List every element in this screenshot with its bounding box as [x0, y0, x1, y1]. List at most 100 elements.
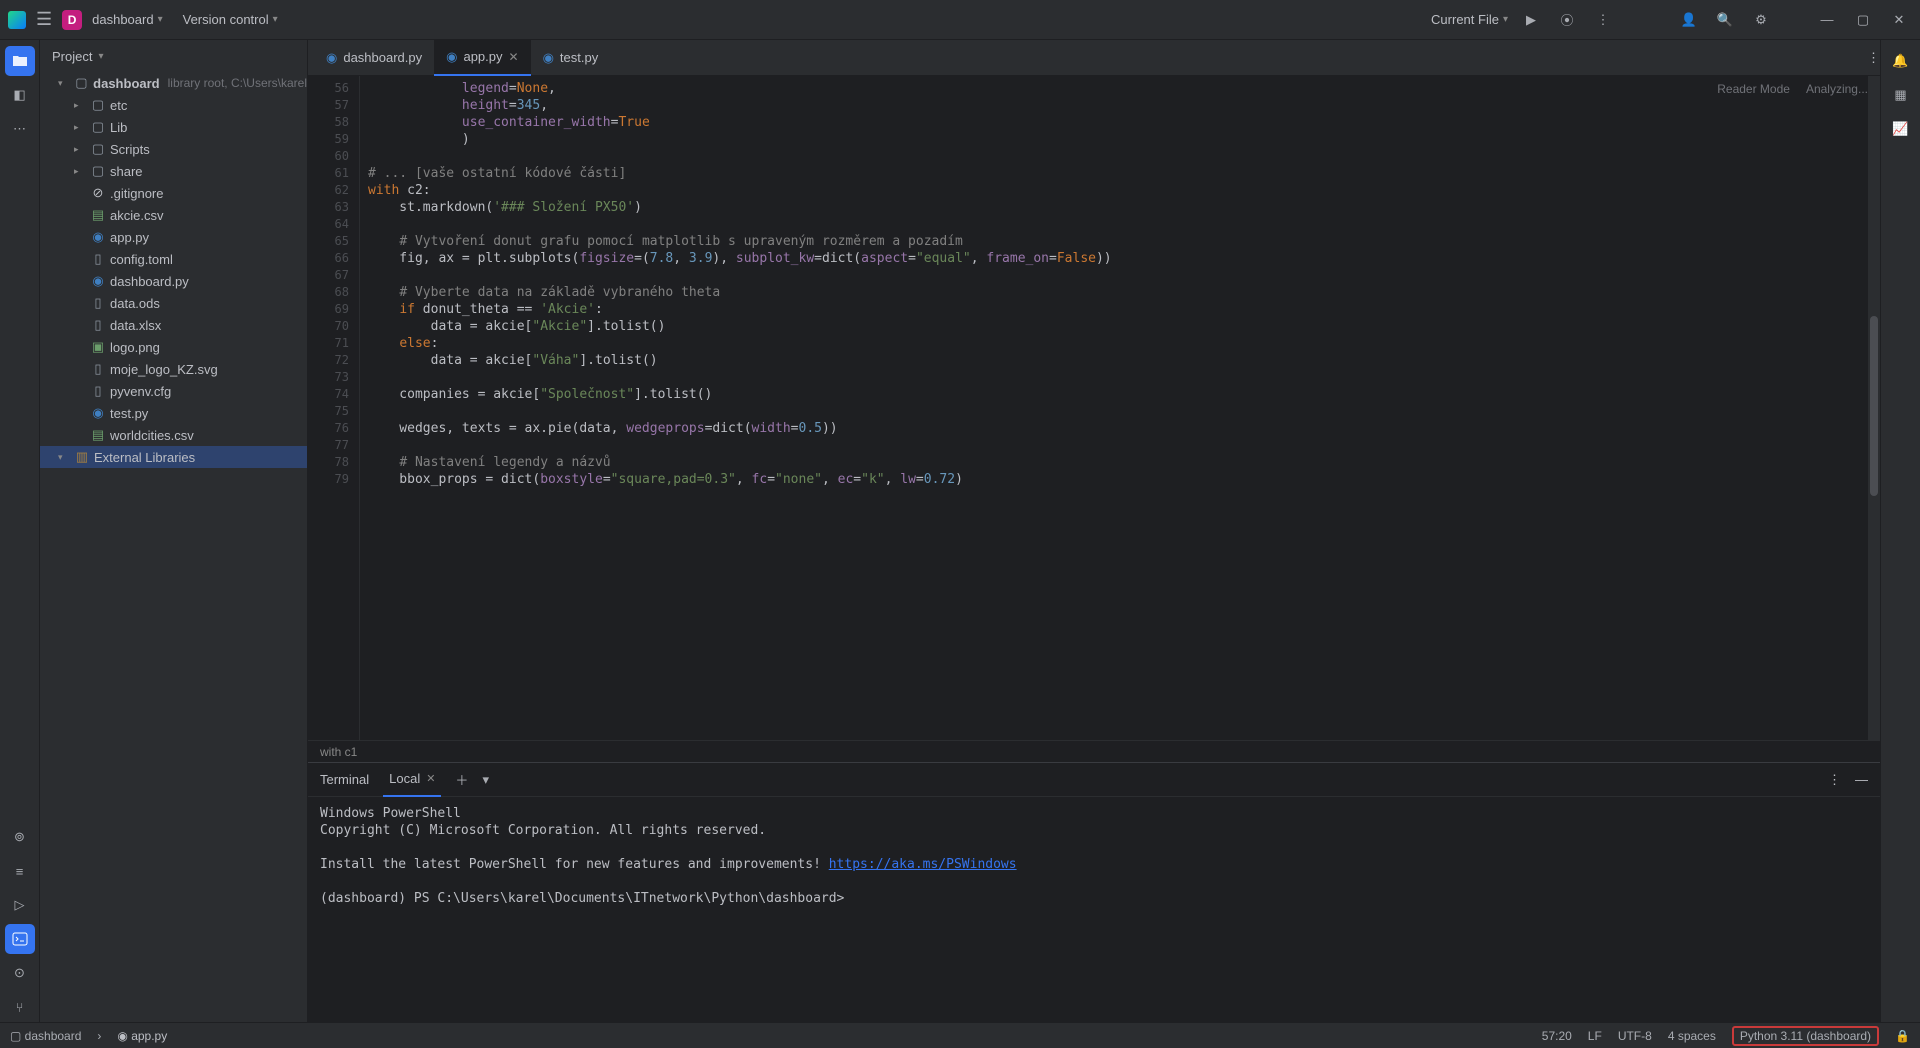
close-tab-icon[interactable]: ✕	[509, 50, 519, 64]
indent-setting[interactable]: 4 spaces	[1668, 1029, 1716, 1043]
editor-scrollbar[interactable]	[1868, 76, 1880, 740]
python-icon: ◉	[90, 273, 106, 289]
services-tool-button[interactable]: ▷	[5, 890, 35, 920]
project-dropdown[interactable]: dashboard ▾	[92, 12, 162, 27]
expand-arrow-icon[interactable]: ▸	[74, 144, 86, 155]
line-gutter: 5657585960616263646566676869707172737475…	[308, 76, 360, 740]
tree-file[interactable]: ◉test.py	[40, 402, 307, 424]
right-tool-rail: 🔔 ▦ 📈	[1880, 40, 1920, 1022]
editor-tab[interactable]: ◉app.py✕	[434, 40, 530, 76]
terminal-tab[interactable]: Local ✕	[383, 763, 441, 797]
editor-status-overlay: Reader Mode Analyzing...	[1717, 82, 1868, 96]
project-name: dashboard	[92, 12, 153, 27]
database-tool-button[interactable]: ▦	[1886, 80, 1916, 110]
tree-file[interactable]: ◉app.py	[40, 226, 307, 248]
vcs-tool-button[interactable]: ⑂	[5, 992, 35, 1022]
run-config-dropdown[interactable]: Current File ▾	[1431, 12, 1508, 27]
main-menu-icon[interactable]: ☰	[36, 9, 52, 30]
notifications-icon[interactable]: 🔔	[1886, 46, 1916, 76]
tree-folder[interactable]: ▸▢etc	[40, 94, 307, 116]
tree-file[interactable]: ▯pyvenv.cfg	[40, 380, 307, 402]
close-tab-icon[interactable]: ✕	[426, 772, 435, 785]
expand-arrow-icon[interactable]: ▾	[58, 452, 70, 463]
project-panel-header[interactable]: Project ▾	[40, 40, 307, 72]
panel-title: Project	[52, 49, 92, 64]
settings-icon[interactable]: ⚙	[1748, 7, 1774, 33]
chevron-down-icon: ▾	[1503, 14, 1508, 25]
more-run-icon[interactable]: ⋮	[1590, 7, 1616, 33]
gitignore-icon: ⊘	[90, 185, 106, 201]
new-terminal-icon[interactable]: ＋	[455, 770, 468, 789]
tree-root[interactable]: ▾ ▢ dashboard library root, C:\Users\kar…	[40, 72, 307, 94]
project-tool-button[interactable]	[5, 46, 35, 76]
reader-mode-badge[interactable]: Reader Mode	[1717, 82, 1790, 96]
python-icon: ◉	[446, 49, 457, 65]
expand-arrow-icon[interactable]: ▾	[58, 78, 70, 89]
file-icon: ▯	[90, 383, 106, 399]
tree-folder[interactable]: ▸▢share	[40, 160, 307, 182]
file-encoding[interactable]: UTF-8	[1618, 1029, 1652, 1043]
terminal-tool-button[interactable]	[5, 924, 35, 954]
tree-file[interactable]: ▯config.toml	[40, 248, 307, 270]
analyzing-badge: Analyzing...	[1806, 82, 1868, 96]
code-with-me-icon[interactable]: 👤	[1676, 7, 1702, 33]
editor-body[interactable]: 5657585960616263646566676869707172737475…	[308, 76, 1880, 740]
titlebar: ☰ D dashboard ▾ Version control ▾ Curren…	[0, 0, 1920, 40]
more-tools-icon[interactable]: ⋯	[5, 114, 35, 144]
project-panel: Project ▾ ▾ ▢ dashboard library root, C:…	[40, 40, 308, 1022]
file-icon: ▯	[90, 317, 106, 333]
tree-file[interactable]: ▤worldcities.csv	[40, 424, 307, 446]
code-content[interactable]: legend=None, height=345, use_container_w…	[360, 76, 1880, 740]
run-config-label: Current File	[1431, 12, 1499, 27]
vcs-dropdown[interactable]: Version control ▾	[183, 12, 278, 27]
problems-tool-button[interactable]: ⊙	[5, 958, 35, 988]
packages-tool-button[interactable]: ≡	[5, 856, 35, 886]
lock-icon[interactable]: 🔒	[1895, 1029, 1910, 1043]
tree-file[interactable]: ▤akcie.csv	[40, 204, 307, 226]
vcs-label: Version control	[183, 12, 269, 27]
folder-icon: ▢	[90, 141, 106, 157]
tree-folder[interactable]: ▸▢Scripts	[40, 138, 307, 160]
cursor-position[interactable]: 57:20	[1542, 1029, 1572, 1043]
sciview-tool-button[interactable]: 📈	[1886, 114, 1916, 144]
close-window-icon[interactable]: ✕	[1886, 7, 1912, 33]
minimize-panel-icon[interactable]: —	[1855, 772, 1868, 787]
project-badge[interactable]: D	[62, 10, 82, 30]
breadcrumb-file[interactable]: ◉ app.py	[117, 1029, 167, 1043]
expand-arrow-icon[interactable]: ▸	[74, 122, 86, 133]
tree-file[interactable]: ▣logo.png	[40, 336, 307, 358]
line-separator[interactable]: LF	[1588, 1029, 1602, 1043]
tree-file[interactable]: ▯data.ods	[40, 292, 307, 314]
library-icon: ▥	[74, 449, 90, 465]
editor-tab[interactable]: ◉test.py	[531, 40, 611, 76]
breadcrumb-project[interactable]: ▢ dashboard	[10, 1029, 81, 1043]
tree-file[interactable]: ▯data.xlsx	[40, 314, 307, 336]
structure-tool-button[interactable]: ◧	[5, 80, 35, 110]
expand-arrow-icon[interactable]: ▸	[74, 166, 86, 177]
ide-logo-icon	[8, 11, 26, 29]
editor-breadcrumb: with c1	[308, 740, 1880, 762]
folder-icon: ▢	[90, 163, 106, 179]
terminal-options-icon[interactable]: ⋮	[1828, 772, 1841, 788]
editor-tab[interactable]: ◉dashboard.py	[314, 40, 434, 76]
python-interpreter[interactable]: Python 3.11 (dashboard)	[1732, 1026, 1879, 1046]
file-icon: ▯	[90, 251, 106, 267]
left-tool-rail: ◧ ⋯ ⊚ ≡ ▷ ⊙ ⑂	[0, 40, 40, 1022]
debug-button[interactable]: ⦿	[1554, 7, 1580, 33]
terminal-output[interactable]: Windows PowerShell Copyright (C) Microso…	[308, 797, 1880, 1022]
terminal-dropdown-icon[interactable]: ▾	[482, 772, 489, 788]
tab-options-icon[interactable]: ⋮	[1867, 50, 1880, 66]
tree-file[interactable]: ◉dashboard.py	[40, 270, 307, 292]
terminal-header: Terminal Local ✕ ＋ ▾ ⋮ —	[308, 763, 1880, 797]
tree-file[interactable]: ▯moje_logo_KZ.svg	[40, 358, 307, 380]
tree-file[interactable]: ⊘.gitignore	[40, 182, 307, 204]
search-icon[interactable]: 🔍	[1712, 7, 1738, 33]
tree-folder[interactable]: ▸▢Lib	[40, 116, 307, 138]
expand-arrow-icon[interactable]: ▸	[74, 100, 86, 111]
image-icon: ▣	[90, 339, 106, 355]
tree-external-libraries[interactable]: ▾▥External Libraries	[40, 446, 307, 468]
run-button[interactable]: ▶	[1518, 7, 1544, 33]
minimize-window-icon[interactable]: —	[1814, 7, 1840, 33]
maximize-window-icon[interactable]: ▢	[1850, 7, 1876, 33]
python-console-button[interactable]: ⊚	[5, 822, 35, 852]
